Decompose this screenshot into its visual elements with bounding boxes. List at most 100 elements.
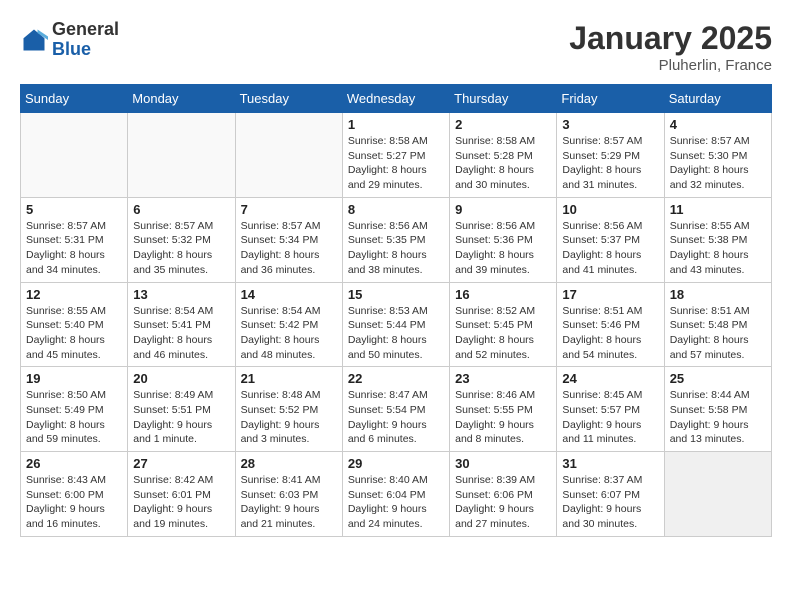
calendar-cell: 30Sunrise: 8:39 AM Sunset: 6:06 PM Dayli… — [450, 452, 557, 537]
day-number: 21 — [241, 371, 337, 386]
day-number: 6 — [133, 202, 229, 217]
calendar-cell: 11 Sunrise: 8:55 AM Sunset: 5:38 PM Dayli… — [664, 197, 771, 282]
day-number: 1 — [348, 117, 444, 132]
day-number: 31 — [562, 456, 658, 471]
day-detail: Sunrise: 8:57 AM Sunset: 5:30 PM Dayligh… — [670, 134, 766, 193]
day-detail: Sunrise: 8:57 AM Sunset: 5:34 PM Dayligh… — [241, 219, 337, 278]
calendar-cell: 5 Sunrise: 8:57 AM Sunset: 5:31 PM Daylig… — [21, 197, 128, 282]
calendar-cell: 25 Sunrise: 8:44 AM Sunset: 5:58 PM Dayli… — [664, 367, 771, 452]
calendar-cell: 7Sunrise: 8:57 AM Sunset: 5:34 PM Daylig… — [235, 197, 342, 282]
day-detail: Sunrise: 8:57 AM Sunset: 5:32 PM Dayligh… — [133, 219, 229, 278]
day-number: 27 — [133, 456, 229, 471]
calendar-cell: 8Sunrise: 8:56 AM Sunset: 5:35 PM Daylig… — [342, 197, 449, 282]
day-number: 22 — [348, 371, 444, 386]
calendar-cell — [664, 452, 771, 537]
day-number: 2 — [455, 117, 551, 132]
day-number: 12 — [26, 287, 122, 302]
day-detail: Sunrise: 8:49 AM Sunset: 5:51 PM Dayligh… — [133, 388, 229, 447]
calendar-cell: 21 Sunrise: 8:48 AM Sunset: 5:52 PM Dayli… — [235, 367, 342, 452]
calendar-week-3: 12 Sunrise: 8:55 AM Sunset: 5:40 PM Dayli… — [21, 282, 772, 367]
day-number: 25 — [670, 371, 766, 386]
calendar-cell: 9Sunrise: 8:56 AM Sunset: 5:36 PM Daylig… — [450, 197, 557, 282]
column-header-tuesday: Tuesday — [235, 85, 342, 113]
day-number: 9 — [455, 202, 551, 217]
calendar-cell — [128, 113, 235, 198]
calendar-subtitle: Pluherlin, France — [569, 57, 772, 74]
day-number: 23 — [455, 371, 551, 386]
day-number: 24 — [562, 371, 658, 386]
day-detail: Sunrise: 8:51 AM Sunset: 5:46 PM Dayligh… — [562, 304, 658, 363]
column-header-wednesday: Wednesday — [342, 85, 449, 113]
day-number: 3 — [562, 117, 658, 132]
calendar-week-4: 19 Sunrise: 8:50 AM Sunset: 5:49 PM Dayli… — [21, 367, 772, 452]
day-number: 10 — [562, 202, 658, 217]
calendar-week-5: 26Sunrise: 8:43 AM Sunset: 6:00 PM Dayli… — [21, 452, 772, 537]
day-detail: Sunrise: 8:55 AM Sunset: 5:38 PM Dayligh… — [670, 219, 766, 278]
day-detail: Sunrise: 8:37 AM Sunset: 6:07 PM Dayligh… — [562, 473, 658, 532]
calendar-cell: 18 Sunrise: 8:51 AM Sunset: 5:48 PM Dayli… — [664, 282, 771, 367]
calendar-cell: 12 Sunrise: 8:55 AM Sunset: 5:40 PM Dayli… — [21, 282, 128, 367]
calendar-cell: 28Sunrise: 8:41 AM Sunset: 6:03 PM Dayli… — [235, 452, 342, 537]
column-header-monday: Monday — [128, 85, 235, 113]
day-detail: Sunrise: 8:52 AM Sunset: 5:45 PM Dayligh… — [455, 304, 551, 363]
calendar-cell: 24 Sunrise: 8:45 AM Sunset: 5:57 PM Dayli… — [557, 367, 664, 452]
column-header-saturday: Saturday — [664, 85, 771, 113]
calendar-week-1: 1 Sunrise: 8:58 AM Sunset: 5:27 PM Daylig… — [21, 113, 772, 198]
title-block: January 2025 Pluherlin, France — [569, 20, 772, 74]
logo: General Blue — [20, 20, 119, 60]
day-detail: Sunrise: 8:41 AM Sunset: 6:03 PM Dayligh… — [241, 473, 337, 532]
calendar-cell: 3 Sunrise: 8:57 AM Sunset: 5:29 PM Daylig… — [557, 113, 664, 198]
day-detail: Sunrise: 8:50 AM Sunset: 5:49 PM Dayligh… — [26, 388, 122, 447]
calendar-cell: 26Sunrise: 8:43 AM Sunset: 6:00 PM Dayli… — [21, 452, 128, 537]
day-number: 4 — [670, 117, 766, 132]
day-detail: Sunrise: 8:44 AM Sunset: 5:58 PM Dayligh… — [670, 388, 766, 447]
day-detail: Sunrise: 8:47 AM Sunset: 5:54 PM Dayligh… — [348, 388, 444, 447]
calendar-cell — [235, 113, 342, 198]
day-detail: Sunrise: 8:39 AM Sunset: 6:06 PM Dayligh… — [455, 473, 551, 532]
calendar-cell: 10 Sunrise: 8:56 AM Sunset: 5:37 PM Dayli… — [557, 197, 664, 282]
column-header-sunday: Sunday — [21, 85, 128, 113]
calendar-cell — [21, 113, 128, 198]
day-number: 15 — [348, 287, 444, 302]
calendar-cell: 15 Sunrise: 8:53 AM Sunset: 5:44 PM Dayli… — [342, 282, 449, 367]
calendar-cell: 19 Sunrise: 8:50 AM Sunset: 5:49 PM Dayli… — [21, 367, 128, 452]
calendar-cell: 23 Sunrise: 8:46 AM Sunset: 5:55 PM Dayli… — [450, 367, 557, 452]
calendar-cell: 31 Sunrise: 8:37 AM Sunset: 6:07 PM Dayli… — [557, 452, 664, 537]
day-number: 11 — [670, 202, 766, 217]
day-detail: Sunrise: 8:58 AM Sunset: 5:27 PM Dayligh… — [348, 134, 444, 193]
calendar-cell: 13Sunrise: 8:54 AM Sunset: 5:41 PM Dayli… — [128, 282, 235, 367]
calendar-week-2: 5 Sunrise: 8:57 AM Sunset: 5:31 PM Daylig… — [21, 197, 772, 282]
day-number: 18 — [670, 287, 766, 302]
day-number: 20 — [133, 371, 229, 386]
calendar-cell: 14 Sunrise: 8:54 AM Sunset: 5:42 PM Dayli… — [235, 282, 342, 367]
calendar-cell: 6 Sunrise: 8:57 AM Sunset: 5:32 PM Daylig… — [128, 197, 235, 282]
calendar-table: SundayMondayTuesdayWednesdayThursdayFrid… — [20, 84, 772, 537]
day-number: 19 — [26, 371, 122, 386]
day-detail: Sunrise: 8:54 AM Sunset: 5:42 PM Dayligh… — [241, 304, 337, 363]
calendar-cell: 20 Sunrise: 8:49 AM Sunset: 5:51 PM Dayli… — [128, 367, 235, 452]
calendar-cell: 17 Sunrise: 8:51 AM Sunset: 5:46 PM Dayli… — [557, 282, 664, 367]
day-detail: Sunrise: 8:53 AM Sunset: 5:44 PM Dayligh… — [348, 304, 444, 363]
calendar-title: January 2025 — [569, 20, 772, 57]
day-number: 14 — [241, 287, 337, 302]
day-detail: Sunrise: 8:48 AM Sunset: 5:52 PM Dayligh… — [241, 388, 337, 447]
calendar-cell: 27 Sunrise: 8:42 AM Sunset: 6:01 PM Dayli… — [128, 452, 235, 537]
day-number: 5 — [26, 202, 122, 217]
day-detail: Sunrise: 8:57 AM Sunset: 5:31 PM Dayligh… — [26, 219, 122, 278]
day-number: 17 — [562, 287, 658, 302]
day-detail: Sunrise: 8:42 AM Sunset: 6:01 PM Dayligh… — [133, 473, 229, 532]
logo-blue: Blue — [52, 39, 91, 59]
day-detail: Sunrise: 8:56 AM Sunset: 5:37 PM Dayligh… — [562, 219, 658, 278]
day-detail: Sunrise: 8:45 AM Sunset: 5:57 PM Dayligh… — [562, 388, 658, 447]
day-detail: Sunrise: 8:51 AM Sunset: 5:48 PM Dayligh… — [670, 304, 766, 363]
day-detail: Sunrise: 8:40 AM Sunset: 6:04 PM Dayligh… — [348, 473, 444, 532]
day-detail: Sunrise: 8:57 AM Sunset: 5:29 PM Dayligh… — [562, 134, 658, 193]
day-number: 16 — [455, 287, 551, 302]
day-detail: Sunrise: 8:55 AM Sunset: 5:40 PM Dayligh… — [26, 304, 122, 363]
calendar-cell: 29Sunrise: 8:40 AM Sunset: 6:04 PM Dayli… — [342, 452, 449, 537]
day-detail: Sunrise: 8:46 AM Sunset: 5:55 PM Dayligh… — [455, 388, 551, 447]
calendar-header: SundayMondayTuesdayWednesdayThursdayFrid… — [21, 85, 772, 113]
logo-icon — [20, 26, 48, 54]
logo-general: General — [52, 19, 119, 39]
day-detail: Sunrise: 8:56 AM Sunset: 5:35 PM Dayligh… — [348, 219, 444, 278]
